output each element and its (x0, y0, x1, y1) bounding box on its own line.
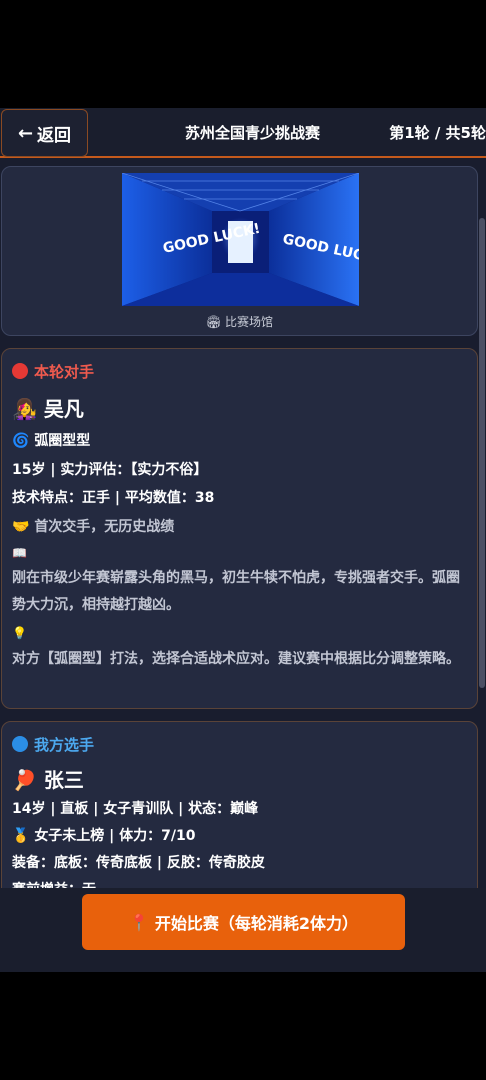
back-label: 返回 (37, 125, 72, 146)
opponent-style: 弧圈型型 (34, 433, 91, 449)
player-name: 张三 (43, 768, 84, 792)
opponent-avatar-icon: 👩‍🎤 (12, 397, 37, 421)
opponent-style-row: 🌀 弧圈型型 (12, 430, 465, 450)
back-arrow-icon: ← (17, 122, 34, 144)
book-icon-row: 📖 (12, 545, 465, 561)
medal-icon: 🥇 (12, 828, 30, 844)
opponent-tip: 对方【弧圈型】打法，选择合适战术应对。建议赛中根据比分调整策略。 (12, 651, 460, 667)
handshake-icon: 🤝 (12, 519, 30, 535)
ping-pong-icon: 🏓 (12, 768, 37, 792)
opponent-info-2: 技术特点：正手 | 平均数值：38 (12, 490, 215, 506)
book-icon: 📖 (12, 546, 27, 560)
venue-caption-text: 比赛场馆 (225, 315, 274, 329)
venue-card: GOOD LUCK! GOOD LUCK! 🏟 比赛场馆 (1, 166, 478, 336)
opponent-info-1: 15岁 | 实力评估：【实力不俗】 (12, 462, 208, 478)
start-match-label: 开始比赛（每轮消耗2体力） (154, 914, 359, 933)
pin-icon: 📍 (128, 912, 149, 932)
spiral-icon: 🌀 (12, 433, 30, 449)
opponent-history-row: 🤝 首次交手，无历史战绩 (12, 516, 465, 536)
venue-image: GOOD LUCK! GOOD LUCK! (122, 173, 359, 306)
blue-circle-icon (12, 736, 28, 752)
opponent-section-header: 本轮对手 (12, 361, 465, 382)
player-equipment: 装备：底板：传奇底板 | 反胶：传奇胶皮 (12, 855, 265, 871)
opponent-name-row: 👩‍🎤 吴凡 (12, 393, 465, 422)
opponent-bio: 刚在市级少年赛崭露头角的黑马，初生牛犊不怕虎，专挑强者交手。弧圈势大力沉，相持越… (12, 570, 460, 613)
player-info-2: 女子未上榜 | 体力：7/10 (34, 828, 196, 844)
opponent-card: 本轮对手 👩‍🎤 吴凡 🌀 弧圈型型 15岁 | 实力评估：【实力不俗】 技术特… (1, 348, 478, 709)
opponent-name: 吴凡 (43, 397, 84, 421)
back-button[interactable]: ← 返回 (1, 109, 88, 157)
scrollbar[interactable] (479, 218, 485, 688)
content-scroll-area[interactable]: GOOD LUCK! GOOD LUCK! 🏟 比赛场馆 本轮对手 👩‍🎤 吴凡… (0, 160, 486, 888)
app-screen: ← 返回 苏州全国青少挑战赛 第1轮 / 共5轮 GOOD LUCK! GOOD… (0, 108, 486, 972)
round-indicator: 第1轮 / 共5轮 (389, 124, 486, 142)
page-title: 苏州全国青少挑战赛 (184, 124, 320, 142)
opponent-history: 首次交手，无历史战绩 (34, 519, 175, 535)
player-name-row: 🏓 张三 (12, 764, 465, 793)
opponent-section-title: 本轮对手 (34, 363, 95, 381)
bottom-action-bar: 📍 开始比赛（每轮消耗2体力） (0, 888, 486, 972)
player-card: 我方选手 🏓 张三 14岁 | 直板 | 女子青训队 | 状态：巅峰 🥇 女子未… (1, 721, 478, 888)
start-match-button[interactable]: 📍 开始比赛（每轮消耗2体力） (82, 894, 405, 950)
player-section-title: 我方选手 (34, 736, 95, 754)
lightbulb-icon: 💡 (12, 626, 27, 640)
top-bar: ← 返回 苏州全国青少挑战赛 第1轮 / 共5轮 (0, 108, 486, 158)
player-extra: 赛前增益：无 (12, 879, 465, 888)
player-section-header: 我方选手 (12, 734, 465, 755)
lightbulb-icon-row: 💡 (12, 625, 465, 641)
venue-caption: 🏟 比赛场馆 (2, 313, 477, 330)
stadium-icon: 🏟 (205, 315, 222, 329)
red-circle-icon (12, 363, 28, 379)
player-info-1: 14岁 | 直板 | 女子青训队 | 状态：巅峰 (12, 801, 259, 817)
player-info-2-row: 🥇 女子未上榜 | 体力：7/10 (12, 825, 465, 845)
